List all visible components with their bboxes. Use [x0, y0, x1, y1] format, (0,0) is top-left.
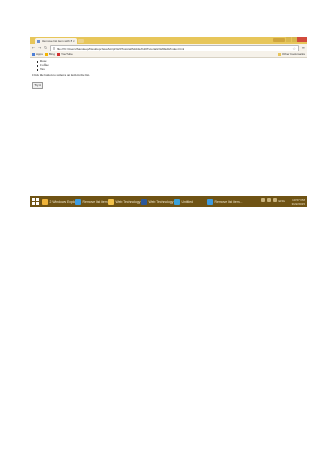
- bookmark-label: YouTube: [61, 52, 73, 56]
- desktop-screenshot: Remove list item with Button × ← → ↻ fil…: [30, 37, 307, 207]
- close-window-button[interactable]: [297, 37, 307, 42]
- browser-toolbar: ← → ↻ file:///C:/Users/Sandeep/Desktop/J…: [30, 44, 307, 52]
- tab-close-icon[interactable]: ×: [73, 39, 76, 43]
- input-language[interactable]: ENG: [278, 199, 285, 203]
- address-url: file:///C:/Users/Sandeep/Desktop/JavaScr…: [57, 46, 185, 51]
- screen: Remove list item with Button × ← → ↻ fil…: [0, 0, 320, 453]
- list-item: Tea: [37, 67, 49, 72]
- bookmark-apps[interactable]: Apps: [32, 52, 43, 56]
- page-content: Rose Coffee Tea Click the button to remo…: [30, 58, 307, 196]
- tab-title: Remove list item with Button: [41, 39, 72, 43]
- volume-icon[interactable]: [267, 198, 271, 202]
- page-icon: [52, 47, 55, 50]
- taskbar-item-web-technology-1[interactable]: Web Technology: [107, 197, 140, 206]
- bookmark-youtube[interactable]: YouTube: [57, 52, 73, 56]
- bookmark-label: Apps: [36, 52, 43, 56]
- network-icon[interactable]: [261, 198, 265, 202]
- bookmark-bing[interactable]: Bing: [45, 52, 55, 56]
- taskbar-label: Remove list item...: [214, 199, 243, 204]
- browser-title-bar: Remove list item with Button ×: [30, 37, 307, 44]
- taskbar-item-untitled[interactable]: Untitled: [173, 197, 193, 206]
- bing-icon: [45, 52, 48, 56]
- bookmark-label: Other bookmarks: [281, 52, 305, 56]
- user-profile-button[interactable]: [273, 38, 285, 42]
- clock-time: 10:57 PM: [292, 197, 305, 202]
- folder-icon: [42, 198, 48, 205]
- arrow-right-icon[interactable]: →: [38, 45, 41, 50]
- browser-icon: [207, 198, 213, 205]
- system-tray: [261, 198, 277, 202]
- folder-icon: [277, 52, 281, 56]
- chrome-icon: [75, 198, 81, 205]
- flag-icon[interactable]: [273, 198, 277, 202]
- arrow-left-icon[interactable]: ←: [32, 45, 35, 50]
- taskbar-item-web-technology-2[interactable]: Web Technology: [140, 197, 173, 206]
- taskbar-clock[interactable]: 10:57 PM 3/22/2015: [292, 198, 305, 206]
- bookmark-label: Bing: [49, 52, 56, 56]
- windows-start-icon[interactable]: [32, 198, 39, 205]
- item-list: Rose Coffee Tea: [37, 59, 49, 72]
- minimize-button[interactable]: [286, 37, 291, 42]
- taskbar-label: Web Technology: [115, 199, 141, 204]
- bookmark-other[interactable]: Other bookmarks: [277, 52, 305, 56]
- hamburger-menu-icon[interactable]: ≡: [302, 45, 305, 50]
- document-icon: [108, 198, 114, 205]
- new-tab-button[interactable]: [78, 39, 84, 43]
- instruction-text: Click the button to remove an item in th…: [32, 73, 90, 77]
- clock-date: 3/22/2015: [291, 201, 305, 206]
- bookmarks-bar: Apps Bing YouTube Other bookmarks: [30, 51, 307, 58]
- youtube-icon: [57, 52, 60, 56]
- page-favicon-icon: [37, 39, 40, 43]
- taskbar-label: Untitled: [181, 199, 194, 204]
- windows-taskbar: 2 Windows Explorer Remove list item w...…: [30, 196, 307, 207]
- reload-icon[interactable]: ↻: [44, 45, 47, 50]
- try-it-button[interactable]: Try it: [32, 82, 43, 89]
- taskbar-item-remove-list[interactable]: Remove list item...: [206, 197, 242, 206]
- word-icon: [141, 198, 147, 205]
- apps-grid-icon: [32, 52, 35, 56]
- taskbar-label: Web Technology: [148, 199, 174, 204]
- paint-icon: [174, 198, 180, 205]
